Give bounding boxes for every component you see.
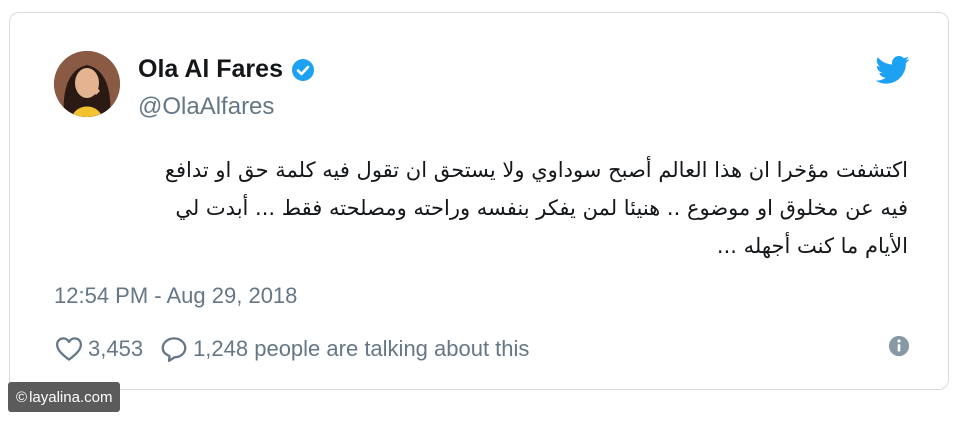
twitter-bird-icon[interactable] [876,55,910,85]
tweet-text: اكتشفت مؤخرا ان هذا العالم أصبح سوداوي و… [68,151,908,265]
user-handle[interactable]: @OlaAlfares [138,93,274,121]
like-button[interactable]: 3,453 [54,334,143,364]
user-name[interactable]: Ola Al Fares [138,55,283,84]
avatar[interactable] [54,51,120,117]
copyright-icon: © [16,388,28,406]
watermark-text: layalina.com [29,388,113,406]
reply-count-label: 1,248 people are talking about this [193,336,530,361]
tweet-card: Ola Al Fares @OlaAlfares اكتشفت مؤخرا ان… [9,12,949,390]
user-name-row: Ola Al Fares [138,55,315,84]
info-icon[interactable] [888,335,910,357]
tweet-text-line: فيه عن مخلوق او موضوع .. هنيئا لمن يفكر … [175,196,908,220]
tweet-text-line: اكتشفت مؤخرا ان هذا العالم أصبح سوداوي و… [164,158,908,182]
profile-photo [54,51,120,117]
heart-icon [56,337,82,361]
tweet-actions: 3,453 1,248 people are talking about thi… [54,334,529,364]
verified-badge-icon [291,58,314,81]
tweet-text-line: الأيام ما كنت أجهله ... [716,234,908,258]
reply-button[interactable]: 1,248 people are talking about this [159,334,529,364]
speech-bubble-icon [161,337,187,362]
tweet-timestamp[interactable]: 12:54 PM - Aug 29, 2018 [54,283,297,309]
watermark: © layalina.com [8,382,121,412]
like-count: 3,453 [88,336,144,361]
